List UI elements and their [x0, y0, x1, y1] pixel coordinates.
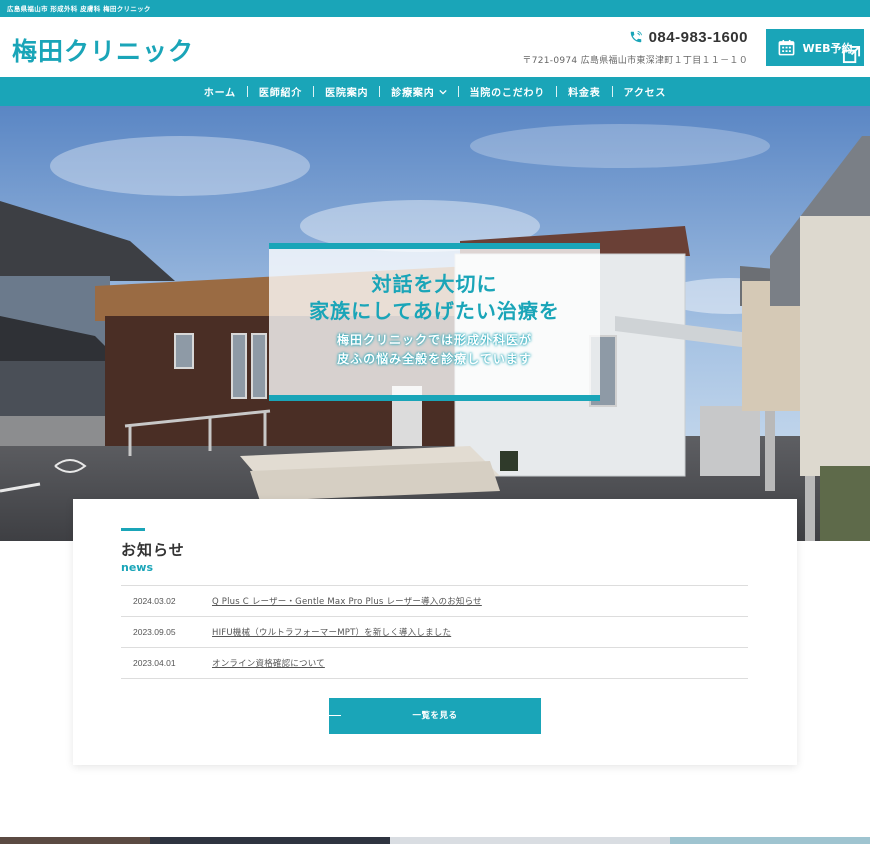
news-item: 2024.03.02 Q Plus C レーザー・Gentle Max Pro … [121, 586, 748, 617]
next-section-photo-edge [0, 837, 870, 844]
nav-item-label: 料金表 [568, 88, 601, 99]
hero-headline-2: 家族にしてあげたい治療を [309, 299, 560, 323]
nav-item-label: ホーム [203, 88, 236, 99]
news-title: お知らせ [121, 541, 185, 559]
chevron-down-icon [438, 89, 447, 95]
nav-item-label: 当院のこだわり [469, 88, 546, 99]
hero-headline-1: 対話を大切に [371, 272, 498, 296]
news-section: お知らせ news 2024.03.02 Q Plus C レーザー・Gentl… [73, 499, 797, 765]
top-bar: 広島県福山市 形成外科 皮膚科 梅田クリニック [0, 0, 870, 17]
nav-item-access[interactable]: アクセス [613, 84, 678, 99]
view-all-label: 一覧を見る [412, 711, 458, 721]
nav-item-label: アクセス [623, 88, 667, 99]
news-link[interactable]: HIFU機械（ウルトラフォーマーMPT）を新しく導入しました [212, 626, 451, 638]
nav-item-pricing[interactable]: 料金表 [557, 84, 611, 99]
hero-caption-box: 対話を大切に 家族にしてあげたい治療を 梅田クリニックでは形成外科医が 皮ふの悩… [269, 243, 600, 401]
nav-item-doctor[interactable]: 医師紹介 [248, 84, 313, 99]
phone-icon [630, 30, 642, 43]
clinic-logo[interactable]: 梅田クリニック [12, 32, 194, 68]
view-all-news-button[interactable]: 一覧を見る [329, 698, 541, 734]
news-subtitle: news [121, 561, 154, 574]
nav-item-label: 診療案内 [391, 88, 435, 99]
news-list: 2024.03.02 Q Plus C レーザー・Gentle Max Pro … [121, 585, 748, 679]
external-link-icon [842, 45, 861, 64]
phone-contact[interactable]: 084-983-1600 [629, 26, 748, 48]
nav-item-label: 医師紹介 [258, 88, 303, 99]
hero-subtext-1: 梅田クリニックでは形成外科医が [336, 333, 532, 347]
phone-number[interactable]: 084-983-1600 [649, 29, 748, 46]
news-link[interactable]: Q Plus C レーザー・Gentle Max Pro Plus レーザー導入… [212, 595, 482, 607]
hero-banner: 対話を大切に 家族にしてあげたい治療を 梅田クリニックでは形成外科医が 皮ふの悩… [0, 106, 870, 541]
news-date: 2024.03.02 [133, 596, 176, 606]
main-nav: ホーム 医師紹介 医院案内 診療案内 当院のこだわり 料金表 アクセス [0, 77, 870, 106]
site-header: 梅田クリニック 084-983-1600 〒721-0974 広島県福山市東深津… [0, 17, 870, 77]
nav-item-commitment[interactable]: 当院のこだわり [459, 84, 557, 99]
section-accent-bar [121, 528, 145, 531]
news-date: 2023.04.01 [133, 658, 176, 668]
clinic-address: 〒721-0974 広島県福山市東深津町１丁目１１－１０ [522, 56, 748, 66]
hero-subtext-2: 皮ふの悩み全般を診療しています [337, 352, 532, 366]
news-item: 2023.04.01 オンライン資格確認について [121, 648, 748, 679]
nav-item-home[interactable]: ホーム [193, 84, 247, 99]
news-date: 2023.09.05 [133, 627, 176, 637]
site-tagline: 広島県福山市 形成外科 皮膚科 梅田クリニック [7, 5, 151, 13]
nav-item-clinic-info[interactable]: 医院案内 [314, 84, 379, 99]
nav-item-treatments[interactable]: 診療案内 [380, 84, 457, 99]
news-item: 2023.09.05 HIFU機械（ウルトラフォーマーMPT）を新しく導入しまし… [121, 617, 748, 648]
calendar-icon [779, 39, 795, 56]
news-link[interactable]: オンライン資格確認について [212, 657, 325, 669]
photo-strip [0, 837, 870, 844]
web-booking-button[interactable]: WEB予約 [766, 29, 864, 66]
nav-item-label: 医院案内 [325, 88, 369, 99]
